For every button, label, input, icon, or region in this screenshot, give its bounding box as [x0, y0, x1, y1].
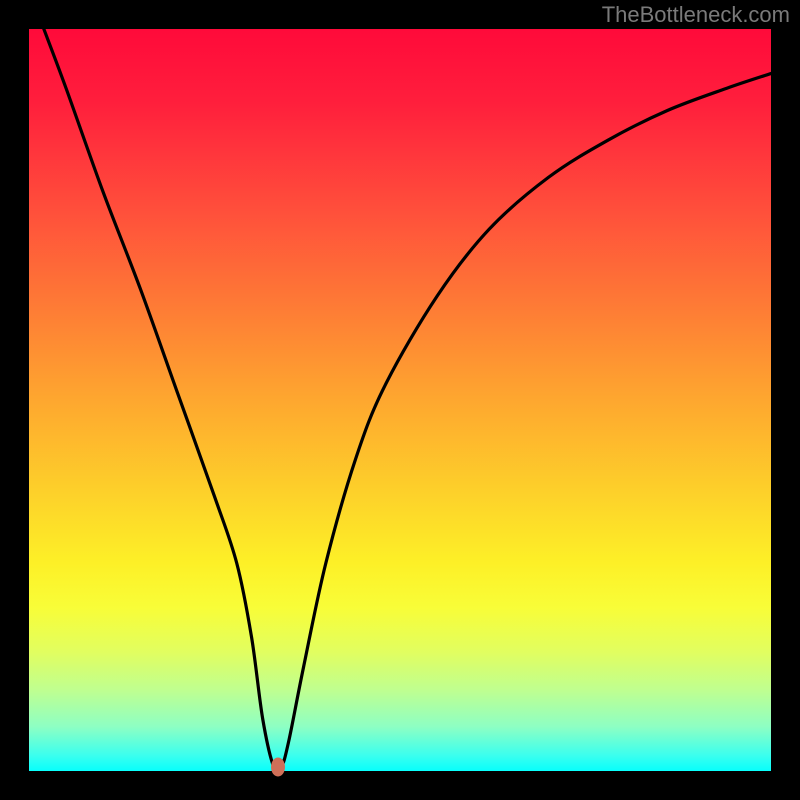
chart-curve	[29, 29, 771, 771]
minimum-marker	[271, 758, 285, 777]
watermark-text: TheBottleneck.com	[602, 2, 790, 28]
chart-plot-area	[29, 29, 771, 771]
